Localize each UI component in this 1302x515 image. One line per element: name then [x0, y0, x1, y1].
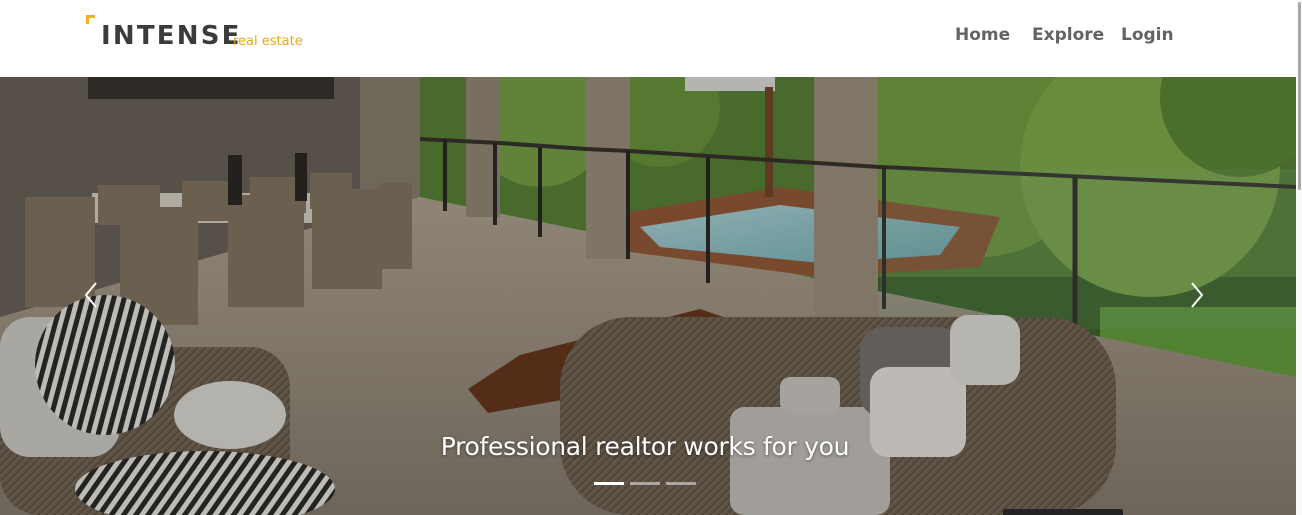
- site-header: INTENSE real estate Home Explore Login: [0, 0, 1296, 77]
- carousel-indicator-2[interactable]: [630, 482, 660, 485]
- carousel-prev-button[interactable]: [80, 281, 104, 309]
- carousel-indicator-3[interactable]: [666, 482, 696, 485]
- chevron-right-icon: [1191, 282, 1204, 308]
- scrollbar-thumb[interactable]: [1298, 2, 1301, 190]
- hero-caption: Professional realtor works for you: [440, 432, 850, 461]
- nav-explore-link[interactable]: Explore: [1032, 24, 1104, 46]
- chevron-left-icon: [84, 282, 97, 308]
- logo-corner-mark: [86, 15, 95, 24]
- brand-name: INTENSE: [101, 21, 242, 51]
- nav-login-link[interactable]: Login: [1121, 24, 1174, 46]
- carousel-indicator-1[interactable]: [594, 482, 624, 485]
- floating-tab[interactable]: [1003, 509, 1123, 515]
- brand-tagline: real estate: [233, 34, 303, 49]
- nav-home-link[interactable]: Home: [955, 24, 1010, 46]
- page-scrollbar[interactable]: [1296, 0, 1302, 515]
- carousel-next-button[interactable]: [1186, 281, 1210, 309]
- hero-carousel: Professional realtor works for you: [0, 77, 1296, 515]
